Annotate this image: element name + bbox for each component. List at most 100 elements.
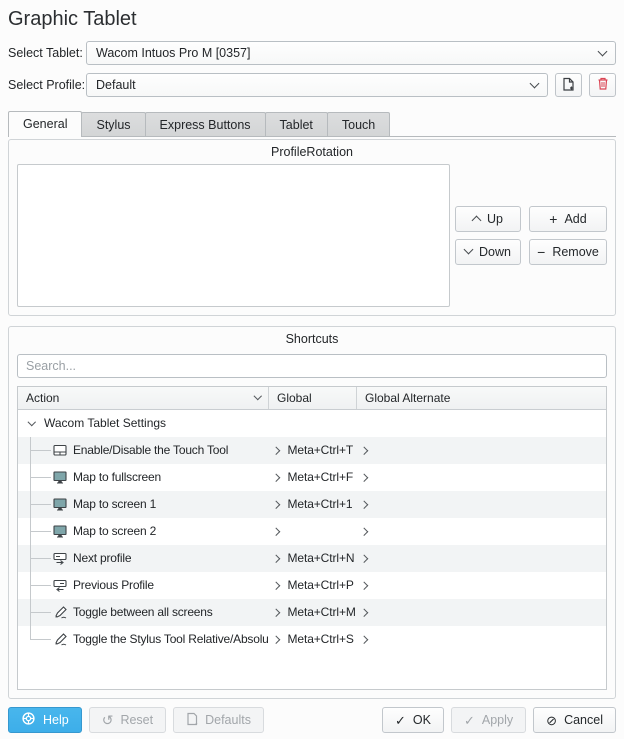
ok-button[interactable]: ✓ OK: [382, 707, 444, 733]
cancel-button[interactable]: ⊘ Cancel: [533, 707, 616, 733]
column-header-global[interactable]: Global: [268, 387, 356, 409]
help-button-label: Help: [43, 713, 69, 727]
profile-combobox-value: Default: [96, 78, 531, 92]
new-profile-button[interactable]: [555, 73, 582, 97]
sort-descending-icon: [253, 392, 261, 400]
group-row-label: Wacom Tablet Settings: [44, 416, 166, 430]
table-row[interactable]: Previous Profile Meta+Ctrl+P: [18, 572, 606, 599]
shortcuts-title: Shortcuts: [17, 330, 607, 349]
profile-next-icon: [52, 551, 68, 566]
chevron-right-icon[interactable]: [272, 554, 280, 562]
check-icon: ✓: [464, 714, 475, 727]
profile-combobox[interactable]: Default: [86, 73, 548, 97]
table-row[interactable]: Enable/Disable the Touch Tool Meta+Ctrl+…: [18, 437, 606, 464]
cancel-button-label: Cancel: [564, 713, 603, 727]
tab-touch[interactable]: Touch: [327, 112, 390, 136]
add-button-label: Add: [564, 212, 586, 226]
up-button[interactable]: Up: [455, 206, 521, 232]
select-tablet-label: Select Tablet:: [8, 46, 86, 60]
action-label: Toggle the Stylus Tool Relative/Absolute: [73, 632, 268, 646]
down-button-label: Down: [479, 245, 511, 259]
down-button[interactable]: Down: [455, 239, 521, 265]
chevron-right-icon[interactable]: [360, 554, 368, 562]
monitor-icon: [52, 470, 68, 485]
chevron-right-icon[interactable]: [272, 473, 280, 481]
chevron-right-icon[interactable]: [360, 527, 368, 535]
column-header-global-alternate-label: Global Alternate: [365, 391, 450, 405]
chevron-right-icon[interactable]: [272, 446, 280, 454]
tree-branch: [22, 437, 52, 464]
global-shortcut[interactable]: Meta+Ctrl+P: [288, 578, 354, 592]
tab-bar: General Stylus Express Buttons Tablet To…: [8, 111, 616, 137]
chevron-right-icon[interactable]: [360, 473, 368, 481]
tab-express-buttons[interactable]: Express Buttons: [145, 112, 266, 136]
defaults-button: Defaults: [173, 707, 264, 733]
global-shortcut[interactable]: Meta+Ctrl+S: [288, 632, 354, 646]
cancel-circle-icon: ⊘: [546, 714, 557, 727]
page-title: Graphic Tablet: [8, 8, 616, 31]
up-button-label: Up: [487, 212, 503, 226]
chevron-right-icon[interactable]: [360, 500, 368, 508]
chevron-down-icon: [598, 46, 608, 56]
profile-rotation-list[interactable]: [17, 164, 450, 307]
monitor-icon: [52, 497, 68, 512]
global-shortcut[interactable]: Meta+Ctrl+M: [288, 605, 356, 619]
global-shortcut[interactable]: Meta+Ctrl+F: [288, 470, 354, 484]
remove-button-label: Remove: [552, 245, 599, 259]
stylus-icon: [52, 632, 68, 647]
table-row-wacom-group[interactable]: Wacom Tablet Settings: [18, 410, 606, 437]
add-button[interactable]: + Add: [529, 206, 607, 232]
table-row[interactable]: Map to screen 2: [18, 518, 606, 545]
help-button[interactable]: Help: [8, 707, 82, 733]
chevron-up-icon: [472, 216, 482, 226]
tree-branch: [22, 599, 52, 626]
remove-button[interactable]: − Remove: [529, 239, 607, 265]
profile-previous-icon: [52, 578, 68, 593]
shortcuts-group: Shortcuts Action Global Global Alternate…: [8, 326, 616, 699]
tab-general[interactable]: General: [8, 111, 82, 137]
chevron-right-icon[interactable]: [272, 635, 280, 643]
reset-button-label: Reset: [120, 713, 153, 727]
apply-button: ✓ Apply: [451, 707, 526, 733]
table-row[interactable]: Map to fullscreen Meta+Ctrl+F: [18, 464, 606, 491]
document-new-icon: [562, 77, 575, 94]
chevron-right-icon[interactable]: [360, 608, 368, 616]
profile-rotation-title: ProfileRotation: [17, 143, 607, 162]
delete-profile-button[interactable]: [589, 73, 616, 97]
trash-icon: [597, 77, 609, 93]
table-row[interactable]: Next profile Meta+Ctrl+N: [18, 545, 606, 572]
column-header-global-alternate[interactable]: Global Alternate: [356, 387, 606, 409]
tree-branch: [22, 626, 52, 653]
table-row[interactable]: Toggle between all screens Meta+Ctrl+M: [18, 599, 606, 626]
apply-button-label: Apply: [482, 713, 513, 727]
search-input[interactable]: [17, 354, 607, 378]
tab-stylus[interactable]: Stylus: [81, 112, 145, 136]
tablet-combobox[interactable]: Wacom Intuos Pro M [0357]: [86, 41, 616, 65]
chevron-right-icon[interactable]: [272, 608, 280, 616]
chevron-right-icon[interactable]: [360, 635, 368, 643]
action-label: Map to screen 1: [73, 497, 156, 511]
table-row[interactable]: Toggle the Stylus Tool Relative/Absolute…: [18, 626, 606, 653]
action-label: Enable/Disable the Touch Tool: [73, 443, 228, 457]
collapse-expander-icon[interactable]: [22, 421, 42, 427]
tab-tablet[interactable]: Tablet: [265, 112, 328, 136]
action-label: Toggle between all screens: [73, 605, 213, 619]
help-lifebuoy-icon: [21, 711, 36, 729]
minus-icon: −: [537, 245, 545, 259]
chevron-right-icon[interactable]: [360, 446, 368, 454]
chevron-right-icon[interactable]: [272, 500, 280, 508]
chevron-down-icon: [530, 78, 540, 88]
footer-button-bar: Help ↺ Reset Defaults ✓ OK ✓ Apply ⊘ Can…: [8, 707, 616, 733]
profile-rotation-content: Up + Add Down − Remove: [17, 164, 607, 307]
select-profile-row: Select Profile: Default: [8, 73, 616, 97]
graphic-tablet-settings-window: Graphic Tablet Select Tablet: Wacom Intu…: [0, 0, 624, 739]
global-shortcut[interactable]: Meta+Ctrl+T: [288, 443, 354, 457]
table-row[interactable]: Map to screen 1 Meta+Ctrl+1: [18, 491, 606, 518]
global-shortcut[interactable]: Meta+Ctrl+1: [288, 497, 353, 511]
reset-button: ↺ Reset: [89, 707, 166, 733]
chevron-right-icon[interactable]: [272, 527, 280, 535]
chevron-right-icon[interactable]: [360, 581, 368, 589]
chevron-right-icon[interactable]: [272, 581, 280, 589]
global-shortcut[interactable]: Meta+Ctrl+N: [288, 551, 355, 565]
column-header-action[interactable]: Action: [18, 387, 268, 409]
